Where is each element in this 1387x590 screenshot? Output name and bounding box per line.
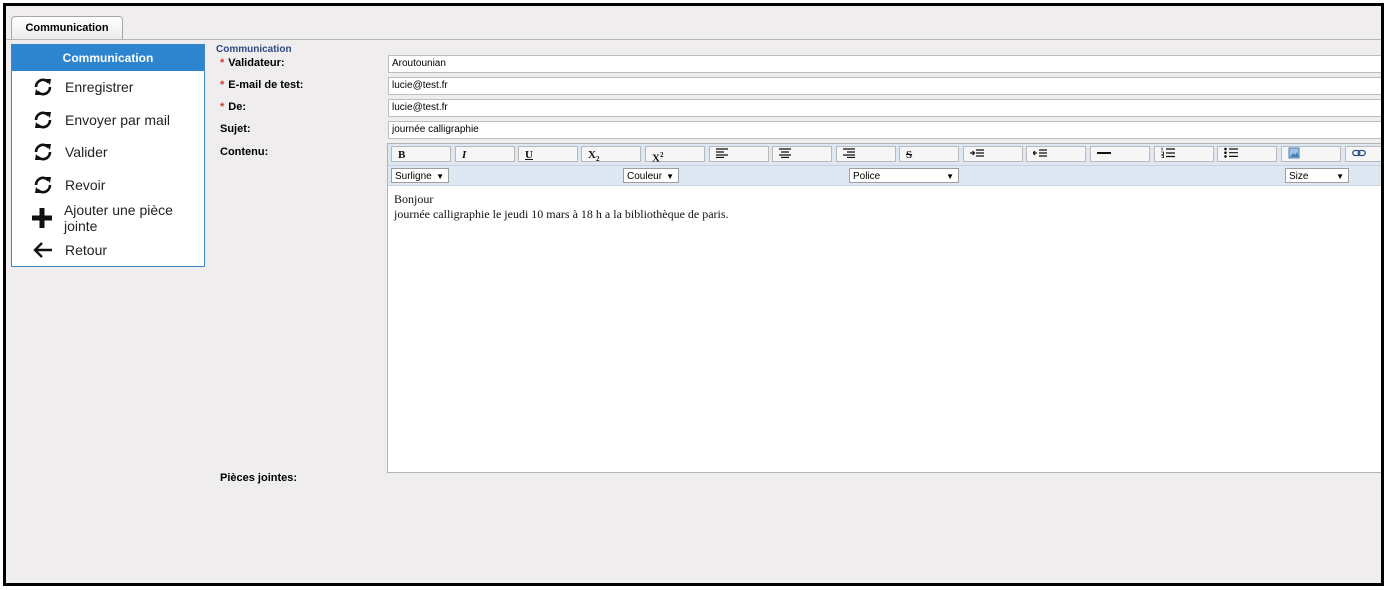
align-center-button[interactable]: [772, 146, 832, 162]
unordered-list-icon: [1224, 147, 1238, 158]
subscript-button[interactable]: X2: [581, 146, 641, 163]
outdent-icon: [1032, 149, 1047, 157]
indent-button[interactable]: [963, 146, 1023, 162]
image-icon: [1288, 147, 1300, 159]
italic-button[interactable]: I: [455, 146, 515, 162]
chevron-down-icon: ▼: [1336, 172, 1344, 181]
sidebar-item-enregistrer[interactable]: Enregistrer: [12, 71, 204, 104]
editor-format-toolbar: Surligne ▼ Couleur ▼ Police ▼ Size ▼: [388, 166, 1381, 186]
content-line: Bonjour: [394, 192, 434, 206]
sidebar-item-label: Enregistrer: [65, 79, 134, 96]
email-test-field[interactable]: lucie@test.fr: [388, 77, 1381, 95]
app-window: Communication Communication Enregistrer …: [3, 3, 1384, 586]
sujet-label: Sujet:: [220, 123, 251, 135]
sidebar-item-label: Revoir: [65, 177, 106, 194]
sidebar-item-label: Valider: [65, 144, 108, 161]
sujet-field[interactable]: journée calligraphie: [388, 121, 1381, 139]
sidebar-item-label: Ajouter une pièce jointe: [63, 201, 173, 234]
indent-icon: [970, 149, 984, 157]
highlight-select[interactable]: Surligne ▼: [391, 168, 449, 183]
sidebar-item-label: Envoyer par mail: [65, 111, 171, 128]
align-left-icon: [716, 148, 728, 159]
rich-text-editor: B I U X2 X2 S Surligne ▼ Couleur ▼ Polic…: [387, 143, 1381, 473]
arrow-left-icon: [31, 238, 55, 262]
sidebar-item-valider[interactable]: Valider: [12, 136, 204, 169]
sidebar-item-label: Retour: [65, 242, 108, 259]
refresh-icon: [31, 173, 55, 197]
align-right-icon: [843, 148, 855, 159]
plus-icon: [31, 206, 54, 230]
ordered-list-button[interactable]: [1154, 146, 1214, 162]
size-select[interactable]: Size ▼: [1285, 168, 1349, 183]
sidebar-item-retour[interactable]: Retour: [12, 234, 204, 267]
underline-button[interactable]: U: [518, 146, 578, 162]
tab-bar: Communication: [6, 6, 1381, 40]
content-line: journée calligraphie le jeudi 10 mars à …: [394, 207, 729, 221]
bold-button[interactable]: B: [391, 146, 451, 162]
contenu-label: Contenu:: [220, 146, 269, 158]
sidebar-item-ajouter-piece-jointe[interactable]: Ajouter une pièce jointe: [12, 201, 204, 234]
insert-link-button[interactable]: [1345, 146, 1381, 162]
align-left-button[interactable]: [709, 146, 769, 162]
horizontal-rule-icon: [1097, 152, 1111, 154]
align-right-button[interactable]: [836, 146, 896, 162]
chevron-down-icon: ▼: [946, 172, 954, 181]
email-test-label: * E-mail de test:: [220, 79, 304, 91]
link-icon: [1352, 149, 1366, 157]
strikethrough-button[interactable]: S: [899, 146, 959, 162]
sidebar-menu: Communication Enregistrer Envoyer par ma…: [11, 44, 205, 267]
refresh-icon: [31, 108, 55, 132]
required-mark: *: [220, 101, 225, 113]
refresh-icon: [31, 75, 55, 99]
refresh-icon: [31, 140, 55, 164]
editor-toolbar: B I U X2 X2 S: [388, 144, 1381, 166]
editor-content[interactable]: Bonjour journée calligraphie le jeudi 10…: [394, 192, 1376, 222]
superscript-button[interactable]: X2: [645, 146, 705, 165]
required-mark: *: [220, 57, 225, 69]
pieces-jointes-label: Pièces jointes:: [220, 472, 298, 484]
font-select[interactable]: Police ▼: [849, 168, 959, 183]
chevron-down-icon: ▼: [666, 172, 674, 181]
sidebar-item-envoyer-par-mail[interactable]: Envoyer par mail: [12, 104, 204, 137]
ordered-list-icon: [1161, 147, 1175, 158]
align-center-icon: [779, 148, 791, 159]
horizontal-rule-button[interactable]: [1090, 146, 1150, 162]
validateur-field[interactable]: Aroutounian: [388, 55, 1381, 73]
sidebar-title: Communication: [12, 45, 204, 71]
outdent-button[interactable]: [1026, 146, 1086, 162]
tab-communication[interactable]: Communication: [11, 16, 123, 39]
de-label: * De:: [220, 101, 247, 113]
required-mark: *: [220, 79, 225, 91]
validateur-label: * Validateur:: [220, 57, 285, 69]
sidebar-item-revoir[interactable]: Revoir: [12, 169, 204, 202]
unordered-list-button[interactable]: [1217, 146, 1277, 162]
chevron-down-icon: ▼: [436, 172, 444, 181]
insert-image-button[interactable]: [1281, 146, 1341, 162]
color-select[interactable]: Couleur ▼: [623, 168, 679, 183]
section-title: Communication: [216, 44, 292, 55]
de-field[interactable]: lucie@test.fr: [388, 99, 1381, 117]
